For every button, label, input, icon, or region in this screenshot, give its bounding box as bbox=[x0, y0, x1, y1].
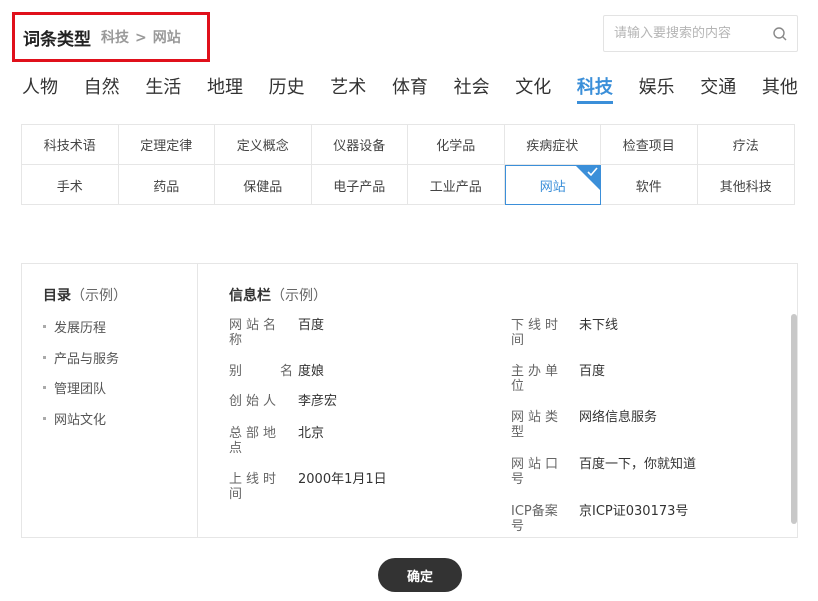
infobox-title-text: 信息栏 bbox=[229, 288, 271, 304]
subcategory-label: 药品 bbox=[153, 179, 180, 195]
category-tab[interactable]: 自然 bbox=[84, 74, 120, 104]
info-value: 网络信息服务 bbox=[579, 410, 658, 425]
subcategory-label: 仪器设备 bbox=[333, 139, 386, 154]
search-input[interactable] bbox=[604, 16, 764, 51]
subcategory-label: 检查项目 bbox=[622, 139, 675, 154]
subcategory-item[interactable]: 化学品 bbox=[408, 125, 505, 165]
category-tab[interactable]: 地理 bbox=[207, 74, 243, 104]
subcategory-label: 定义概念 bbox=[236, 139, 289, 154]
subcategory-item[interactable]: 疗法 bbox=[697, 125, 794, 165]
subcategory-item[interactable]: 定义概念 bbox=[215, 125, 312, 165]
info-label: ICP备案号 bbox=[511, 504, 558, 534]
check-icon bbox=[587, 167, 598, 177]
category-tab[interactable]: 文化 bbox=[515, 74, 551, 104]
breadcrumb-separator: > bbox=[135, 30, 147, 46]
toc-item[interactable]: 产品与服务 bbox=[43, 348, 119, 367]
info-value: 2000年1月1日 bbox=[298, 472, 387, 487]
toc-section: 目录（示例） 发展历程 产品与服务 管理团队 网站文化 bbox=[22, 264, 198, 537]
info-value: 百度 bbox=[579, 364, 606, 379]
toc-title: 目录（示例） bbox=[43, 285, 127, 305]
category-tab[interactable]: 历史 bbox=[269, 74, 305, 104]
category-tab[interactable]: 其他 bbox=[762, 74, 798, 104]
panel-scrollbar[interactable] bbox=[791, 314, 797, 524]
info-value: 北京 bbox=[298, 426, 325, 441]
info-label: 网站口号 bbox=[511, 457, 563, 487]
info-value: 李彦宏 bbox=[298, 394, 338, 409]
info-label: 创始人 bbox=[229, 394, 281, 409]
category-tab[interactable]: 社会 bbox=[454, 74, 490, 104]
subcategory-label: 科技术语 bbox=[43, 139, 96, 154]
subcategory-label: 其他科技 bbox=[719, 179, 772, 195]
subcategory-label: 定理定律 bbox=[140, 139, 193, 154]
info-label: 网站类型 bbox=[511, 410, 563, 440]
info-label: 总部地点 bbox=[229, 426, 281, 456]
subcategory-item[interactable]: 仪器设备 bbox=[311, 125, 408, 165]
page-title: 词条类型 bbox=[23, 29, 91, 50]
subcategory-label: 化学品 bbox=[436, 139, 476, 154]
subcategory-item[interactable]: 药品 bbox=[119, 165, 215, 205]
toc-title-text: 目录 bbox=[43, 288, 71, 304]
subcategory-label: 电子产品 bbox=[333, 179, 386, 195]
breadcrumb-category: 科技 bbox=[101, 30, 129, 46]
info-label: 网站名称 bbox=[229, 318, 281, 348]
info-label: 主办单位 bbox=[511, 364, 563, 394]
subcategory-item[interactable]: 疾病症状 bbox=[504, 125, 601, 165]
subcategory-label: 疗法 bbox=[732, 139, 759, 154]
breadcrumb: 科技 > 网站 bbox=[101, 27, 181, 47]
toc-item[interactable]: 管理团队 bbox=[43, 378, 106, 397]
category-tab[interactable]: 生活 bbox=[145, 74, 181, 104]
subcategory-label: 保健品 bbox=[243, 179, 283, 195]
infobox-example-tag: （示例） bbox=[271, 288, 327, 304]
subcategory-item[interactable]: 定理定律 bbox=[118, 125, 215, 165]
title-highlight-box: 词条类型 科技 > 网站 bbox=[12, 12, 210, 62]
toc-item[interactable]: 发展历程 bbox=[43, 317, 106, 336]
category-tab[interactable]: 交通 bbox=[700, 74, 736, 104]
preview-panel: 目录（示例） 发展历程 产品与服务 管理团队 网站文化 信息栏（示例） 网站名称… bbox=[21, 263, 798, 538]
subcategory-item[interactable]: 工业产品 bbox=[408, 165, 505, 205]
info-value: 百度一下，你就知道 bbox=[579, 457, 697, 472]
subcategory-label: 软件 bbox=[635, 179, 662, 195]
subcategory-label: 疾病症状 bbox=[526, 139, 579, 154]
info-value: 未下线 bbox=[579, 318, 619, 333]
subcategory-item[interactable]: 检查项目 bbox=[601, 125, 698, 165]
subcategory-label: 网站 bbox=[539, 179, 566, 195]
breadcrumb-subcategory: 网站 bbox=[152, 30, 181, 46]
category-tab[interactable]: 艺术 bbox=[330, 74, 366, 104]
subcategory-item[interactable]: 保健品 bbox=[215, 165, 312, 205]
infobox-title: 信息栏（示例） bbox=[229, 285, 327, 305]
info-value: 京ICP证030173号 bbox=[579, 504, 689, 519]
category-tab[interactable]: 人物 bbox=[22, 74, 58, 104]
search-box bbox=[603, 15, 798, 52]
info-value: 百度 bbox=[298, 318, 325, 333]
category-tab[interactable]: 科技 bbox=[576, 74, 613, 104]
toc-item[interactable]: 网站文化 bbox=[43, 409, 106, 428]
subcategory-item[interactable]: 其他科技 bbox=[698, 165, 795, 205]
subcategory-item[interactable]: 科技术语 bbox=[22, 125, 119, 165]
search-icon[interactable] bbox=[772, 26, 788, 42]
info-label: 下线时间 bbox=[511, 318, 563, 348]
subcategory-item[interactable]: 软件 bbox=[601, 165, 698, 205]
subcategory-label: 手术 bbox=[56, 179, 83, 195]
subcategory-item[interactable]: 网站 bbox=[504, 165, 601, 205]
info-label: 上线时间 bbox=[229, 472, 281, 502]
subcategory-item[interactable]: 手术 bbox=[22, 165, 119, 205]
info-label: 别 名 bbox=[229, 364, 298, 379]
category-tabs: 人物 自然 生活 地理 历史 艺术 体育 社会 文化 科技 娱乐 交通 其他 bbox=[22, 74, 798, 104]
subcategory-label: 工业产品 bbox=[429, 179, 482, 195]
subcategory-grid: 科技术语 定理定律 定义概念 仪器设备 化学品 疾病症状 检查项目 疗法手术 药品 保健品 电子产品… bbox=[21, 124, 795, 205]
category-tab[interactable]: 娱乐 bbox=[639, 74, 675, 104]
category-tab[interactable]: 体育 bbox=[392, 74, 428, 104]
info-value: 度娘 bbox=[298, 364, 325, 379]
subcategory-item[interactable]: 电子产品 bbox=[312, 165, 408, 205]
confirm-button[interactable]: 确定 bbox=[378, 558, 462, 592]
toc-example-tag: （示例） bbox=[71, 288, 127, 304]
